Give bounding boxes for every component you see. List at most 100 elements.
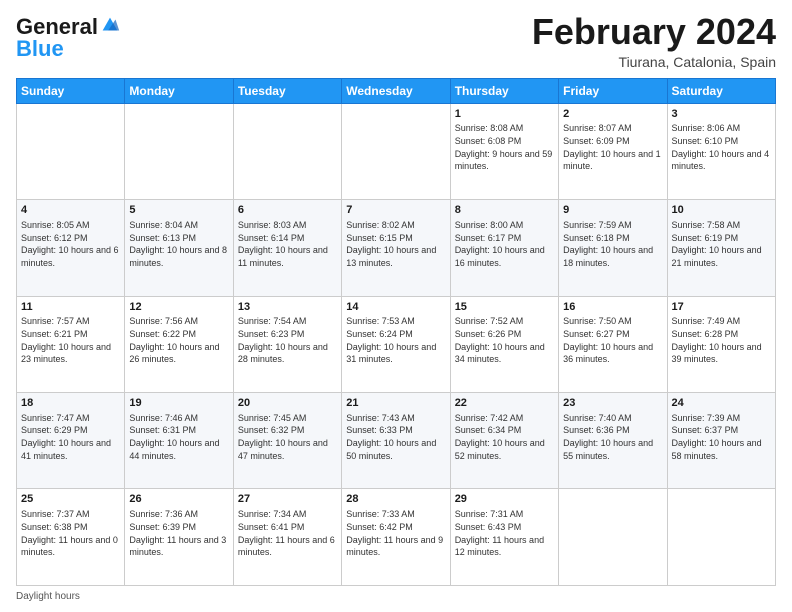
logo-general: General [16,16,98,38]
day-number: 29 [455,492,554,507]
day-cell: 7Sunrise: 8:02 AM Sunset: 6:15 PM Daylig… [342,200,450,296]
day-info: Sunrise: 8:08 AM Sunset: 6:08 PM Dayligh… [455,122,554,172]
day-number: 12 [129,300,228,315]
day-number: 6 [238,203,337,218]
day-number: 16 [563,300,662,315]
day-cell: 24Sunrise: 7:39 AM Sunset: 6:37 PM Dayli… [667,393,775,489]
day-number: 14 [346,300,445,315]
day-cell: 20Sunrise: 7:45 AM Sunset: 6:32 PM Dayli… [233,393,341,489]
day-info: Sunrise: 7:42 AM Sunset: 6:34 PM Dayligh… [455,412,554,462]
day-cell: 26Sunrise: 7:36 AM Sunset: 6:39 PM Dayli… [125,489,233,586]
day-number: 10 [672,203,771,218]
header-day-sunday: Sunday [17,78,125,103]
day-info: Sunrise: 7:45 AM Sunset: 6:32 PM Dayligh… [238,412,337,462]
day-number: 9 [563,203,662,218]
day-cell: 28Sunrise: 7:33 AM Sunset: 6:42 PM Dayli… [342,489,450,586]
day-info: Sunrise: 7:47 AM Sunset: 6:29 PM Dayligh… [21,412,120,462]
day-cell [342,103,450,199]
day-cell: 9Sunrise: 7:59 AM Sunset: 6:18 PM Daylig… [559,200,667,296]
logo-blue: Blue [16,36,64,61]
day-info: Sunrise: 7:46 AM Sunset: 6:31 PM Dayligh… [129,412,228,462]
day-cell: 23Sunrise: 7:40 AM Sunset: 6:36 PM Dayli… [559,393,667,489]
day-cell: 3Sunrise: 8:06 AM Sunset: 6:10 PM Daylig… [667,103,775,199]
day-cell: 16Sunrise: 7:50 AM Sunset: 6:27 PM Dayli… [559,296,667,392]
day-number: 15 [455,300,554,315]
day-info: Sunrise: 7:33 AM Sunset: 6:42 PM Dayligh… [346,508,445,558]
day-info: Sunrise: 8:02 AM Sunset: 6:15 PM Dayligh… [346,219,445,269]
day-info: Sunrise: 7:34 AM Sunset: 6:41 PM Dayligh… [238,508,337,558]
day-number: 27 [238,492,337,507]
day-cell [667,489,775,586]
day-cell: 17Sunrise: 7:49 AM Sunset: 6:28 PM Dayli… [667,296,775,392]
day-info: Sunrise: 7:37 AM Sunset: 6:38 PM Dayligh… [21,508,120,558]
day-cell: 10Sunrise: 7:58 AM Sunset: 6:19 PM Dayli… [667,200,775,296]
day-cell [17,103,125,199]
day-cell: 18Sunrise: 7:47 AM Sunset: 6:29 PM Dayli… [17,393,125,489]
day-info: Sunrise: 8:05 AM Sunset: 6:12 PM Dayligh… [21,219,120,269]
day-cell: 22Sunrise: 7:42 AM Sunset: 6:34 PM Dayli… [450,393,558,489]
day-cell: 13Sunrise: 7:54 AM Sunset: 6:23 PM Dayli… [233,296,341,392]
day-info: Sunrise: 8:00 AM Sunset: 6:17 PM Dayligh… [455,219,554,269]
header-day-tuesday: Tuesday [233,78,341,103]
day-info: Sunrise: 7:36 AM Sunset: 6:39 PM Dayligh… [129,508,228,558]
day-cell: 15Sunrise: 7:52 AM Sunset: 6:26 PM Dayli… [450,296,558,392]
header-day-wednesday: Wednesday [342,78,450,103]
day-number: 24 [672,396,771,411]
day-info: Sunrise: 7:59 AM Sunset: 6:18 PM Dayligh… [563,219,662,269]
day-cell: 27Sunrise: 7:34 AM Sunset: 6:41 PM Dayli… [233,489,341,586]
day-cell: 6Sunrise: 8:03 AM Sunset: 6:14 PM Daylig… [233,200,341,296]
day-info: Sunrise: 7:43 AM Sunset: 6:33 PM Dayligh… [346,412,445,462]
week-row-3: 11Sunrise: 7:57 AM Sunset: 6:21 PM Dayli… [17,296,776,392]
day-number: 11 [21,300,120,315]
day-info: Sunrise: 8:07 AM Sunset: 6:09 PM Dayligh… [563,122,662,172]
day-cell: 12Sunrise: 7:56 AM Sunset: 6:22 PM Dayli… [125,296,233,392]
day-info: Sunrise: 7:49 AM Sunset: 6:28 PM Dayligh… [672,315,771,365]
day-number: 23 [563,396,662,411]
day-info: Sunrise: 7:31 AM Sunset: 6:43 PM Dayligh… [455,508,554,558]
day-number: 20 [238,396,337,411]
day-number: 7 [346,203,445,218]
day-cell: 2Sunrise: 8:07 AM Sunset: 6:09 PM Daylig… [559,103,667,199]
week-row-5: 25Sunrise: 7:37 AM Sunset: 6:38 PM Dayli… [17,489,776,586]
day-cell: 29Sunrise: 7:31 AM Sunset: 6:43 PM Dayli… [450,489,558,586]
header-row: SundayMondayTuesdayWednesdayThursdayFrid… [17,78,776,103]
day-number: 5 [129,203,228,218]
day-info: Sunrise: 8:03 AM Sunset: 6:14 PM Dayligh… [238,219,337,269]
day-cell: 5Sunrise: 8:04 AM Sunset: 6:13 PM Daylig… [125,200,233,296]
day-number: 17 [672,300,771,315]
day-info: Sunrise: 7:54 AM Sunset: 6:23 PM Dayligh… [238,315,337,365]
week-row-2: 4Sunrise: 8:05 AM Sunset: 6:12 PM Daylig… [17,200,776,296]
logo-icon [99,14,121,36]
day-number: 2 [563,107,662,122]
day-cell: 21Sunrise: 7:43 AM Sunset: 6:33 PM Dayli… [342,393,450,489]
logo: General Blue [16,16,121,61]
day-cell [559,489,667,586]
day-info: Sunrise: 8:04 AM Sunset: 6:13 PM Dayligh… [129,219,228,269]
main-title: February 2024 [532,12,776,52]
header-day-thursday: Thursday [450,78,558,103]
day-number: 8 [455,203,554,218]
header: General Blue February 2024 Tiurana, Cata… [16,12,776,70]
day-number: 28 [346,492,445,507]
footer-note: Daylight hours [16,591,776,602]
day-info: Sunrise: 7:50 AM Sunset: 6:27 PM Dayligh… [563,315,662,365]
day-number: 4 [21,203,120,218]
day-info: Sunrise: 7:57 AM Sunset: 6:21 PM Dayligh… [21,315,120,365]
subtitle: Tiurana, Catalonia, Spain [532,54,776,70]
day-info: Sunrise: 7:53 AM Sunset: 6:24 PM Dayligh… [346,315,445,365]
calendar: SundayMondayTuesdayWednesdayThursdayFrid… [16,78,776,586]
day-number: 13 [238,300,337,315]
day-number: 3 [672,107,771,122]
day-info: Sunrise: 7:40 AM Sunset: 6:36 PM Dayligh… [563,412,662,462]
day-info: Sunrise: 7:58 AM Sunset: 6:19 PM Dayligh… [672,219,771,269]
day-cell: 19Sunrise: 7:46 AM Sunset: 6:31 PM Dayli… [125,393,233,489]
header-day-monday: Monday [125,78,233,103]
day-number: 26 [129,492,228,507]
day-cell [125,103,233,199]
day-cell: 25Sunrise: 7:37 AM Sunset: 6:38 PM Dayli… [17,489,125,586]
day-number: 18 [21,396,120,411]
day-number: 21 [346,396,445,411]
day-number: 22 [455,396,554,411]
day-number: 19 [129,396,228,411]
week-row-1: 1Sunrise: 8:08 AM Sunset: 6:08 PM Daylig… [17,103,776,199]
